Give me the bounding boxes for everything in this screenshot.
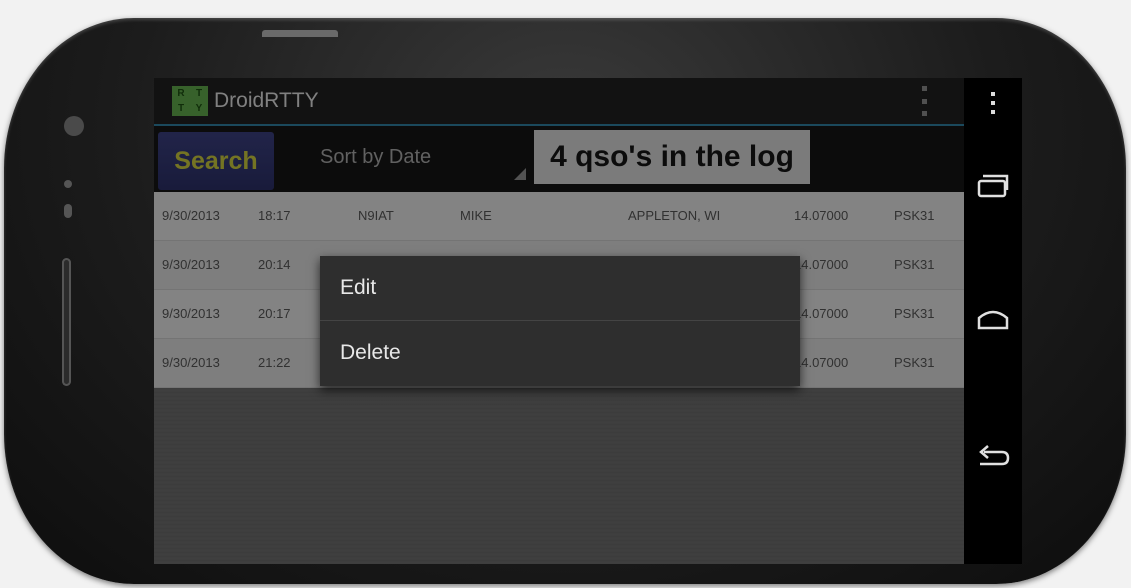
cell-frequency: 14.07000 <box>794 355 849 370</box>
cell-date: 9/30/2013 <box>162 257 220 272</box>
cell-time: 20:14 <box>258 257 291 272</box>
log-toolbar: Search Sort by Date 4 qso's in the log <box>154 126 964 192</box>
overflow-dot <box>922 98 927 104</box>
search-button[interactable]: Search <box>158 132 274 190</box>
overflow-menu-icon[interactable] <box>991 92 995 114</box>
menu-item-edit[interactable]: Edit <box>320 256 800 320</box>
speaker-slot <box>62 258 71 386</box>
system-nav-bar <box>964 78 1022 564</box>
sensor-dot-2 <box>64 204 72 218</box>
app-icon-letter: T <box>177 103 185 114</box>
cell-mode: PSK31 <box>894 306 935 321</box>
app-icon-letter: Y <box>195 103 203 114</box>
cell-date: 9/30/2013 <box>162 355 220 370</box>
sort-spinner-label: Sort by Date <box>320 146 432 168</box>
phone-frame: R T T Y DroidRTTY Search Sort by Date 4 … <box>4 18 1126 584</box>
qso-count-label: 4 qso's in the log <box>534 130 810 184</box>
overflow-dot <box>922 111 927 116</box>
cell-frequency: 14.07000 <box>794 306 849 321</box>
cell-name: MIKE <box>460 208 492 223</box>
cell-callsign: N9IAT <box>358 208 394 223</box>
recent-apps-icon[interactable] <box>976 168 1010 202</box>
spinner-arrow-icon <box>514 168 526 180</box>
cell-date: 9/30/2013 <box>162 208 220 223</box>
overflow-menu-icon[interactable] <box>922 86 928 116</box>
back-icon[interactable] <box>976 438 1010 472</box>
cell-frequency: 14.07000 <box>794 208 849 223</box>
cell-date: 9/30/2013 <box>162 306 220 321</box>
power-button <box>262 30 338 37</box>
overflow-dot <box>991 101 995 105</box>
cell-time: 20:17 <box>258 306 291 321</box>
cell-mode: PSK31 <box>894 355 935 370</box>
app-icon-letter: R <box>177 88 185 99</box>
camera-dot <box>64 116 84 136</box>
app-icon-letter: T <box>195 88 203 99</box>
cell-time: 18:17 <box>258 208 291 223</box>
cell-time: 21:22 <box>258 355 291 370</box>
overflow-dot <box>991 92 995 96</box>
cell-mode: PSK31 <box>894 208 935 223</box>
overflow-dot <box>922 86 927 91</box>
menu-item-delete[interactable]: Delete <box>320 320 800 385</box>
context-menu: Edit Delete <box>320 256 800 386</box>
home-icon[interactable] <box>976 302 1010 336</box>
screen: R T T Y DroidRTTY Search Sort by Date 4 … <box>154 78 1022 564</box>
sensor-dot <box>64 180 72 188</box>
cell-qth: APPLETON, WI <box>628 208 721 223</box>
log-row[interactable]: 9/30/2013 18:17 N9IAT MIKE APPLETON, WI … <box>154 192 964 241</box>
app-window: R T T Y DroidRTTY Search Sort by Date 4 … <box>154 78 964 564</box>
cell-mode: PSK31 <box>894 257 935 272</box>
log-empty-area <box>154 388 964 564</box>
app-title: DroidRTTY <box>214 89 319 112</box>
action-bar: R T T Y DroidRTTY <box>154 78 964 126</box>
app-icon: R T T Y <box>172 86 208 116</box>
overflow-dot <box>991 110 995 114</box>
cell-frequency: 14.07000 <box>794 257 849 272</box>
sort-spinner[interactable]: Sort by Date <box>320 146 526 180</box>
